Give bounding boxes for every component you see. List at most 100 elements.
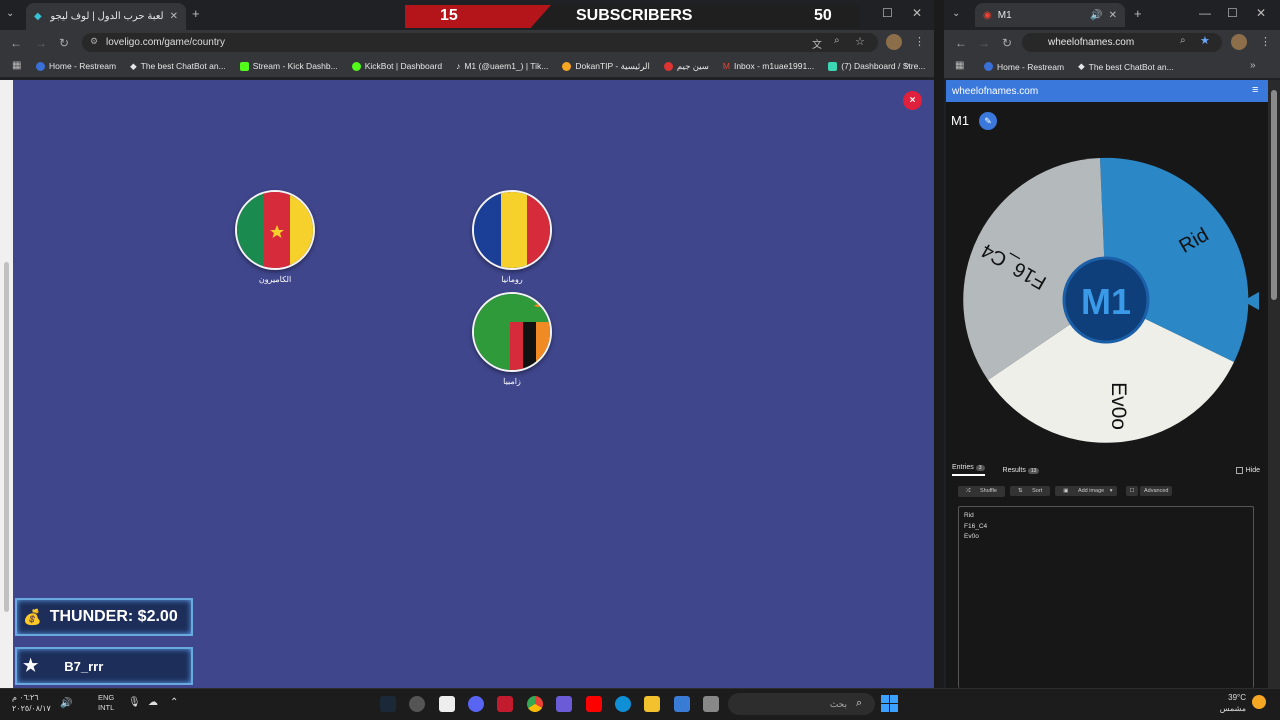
scrollbar-thumb[interactable] [1271,90,1277,300]
store-icon[interactable] [674,696,690,712]
tab-loveligo[interactable]: ◆ لعبة حرب الدول | لوف ليجو يوفر ✕ [26,3,186,30]
maximize-icon[interactable]: ☐ [882,6,893,20]
bookmark-label: Inbox - m1uae1991... [733,61,815,71]
profile-avatar[interactable] [1231,34,1247,50]
steam-icon[interactable] [380,696,396,712]
more-bookmarks-icon[interactable]: » [1250,60,1256,71]
dokantip-icon [562,61,572,71]
app-icon[interactable] [703,696,719,712]
voicemod-icon[interactable] [497,696,513,712]
address-bar[interactable]: wheelofnames.com [1022,33,1222,52]
advanced-toggle[interactable]: ☐ Advanced [1122,486,1177,496]
language-indicator[interactable]: ENG INTL [98,693,114,713]
tab-close-icon[interactable]: ✕ [1109,10,1117,21]
bookmark-item[interactable]: ◆ The best ChatBot an... [130,61,226,72]
bookmark-star-icon[interactable]: ★ [1200,34,1210,47]
restream-icon [36,61,45,71]
entries-textarea[interactable]: Rid F16_C4 Ev0o [958,506,1254,688]
wheel-title: M1 [951,113,970,128]
forward-icon[interactable]: → [35,36,47,50]
shuffle-button[interactable]: ⤮ Shuffle [958,485,1005,497]
address-bar[interactable]: loveligo.com/game/country [82,33,878,52]
seen-jeem-icon [663,61,673,71]
clock[interactable]: ٠٦:٢٦ م ٢٠٢٥/٠٨/١٧ [12,692,51,714]
clock-time: ٠٦:٢٦ م [12,693,39,702]
wheel[interactable]: Rid Ev0o F16_C4 M1 [962,156,1250,444]
maximize-icon[interactable]: ☐ [1227,6,1238,20]
youtube-icon[interactable] [586,696,602,712]
edit-pencil-icon[interactable]: ✎ [979,112,997,130]
file-explorer-icon[interactable] [644,696,660,712]
add-image-button[interactable]: ▣ Add image ▾ [1055,486,1117,496]
bookmark-item[interactable]: (7) Dashboard / Stre... [828,61,925,71]
tab-search-icon[interactable]: ⌄ [952,8,960,19]
bookmark-star-icon[interactable]: ☆ [855,35,865,48]
translate-icon[interactable]: 文 [812,36,822,51]
reload-icon[interactable]: ↻ [1002,36,1012,50]
bookmark-item[interactable]: DokanTIP - الرئيسية [562,61,650,72]
chrome-icon[interactable] [527,696,543,712]
copilot-icon[interactable] [556,696,572,712]
bookmark-item[interactable]: Home - Restream [36,61,116,71]
hide-toggle[interactable]: Hide [1235,466,1260,474]
follower-alert: ★ B7_rrr [15,647,193,685]
weather-widget[interactable]: 39°C مشمس [1218,692,1246,714]
audio-icon[interactable]: 🔊 [1090,10,1102,21]
app-icon[interactable] [439,696,455,712]
tab-close-icon[interactable]: ✕ [170,11,178,22]
app-icon[interactable] [409,696,425,712]
volume-icon[interactable]: 🔊 [60,698,72,709]
more-bookmarks-icon[interactable]: » [904,60,910,71]
edge-icon[interactable] [615,696,631,712]
sort-button[interactable]: ⇅ Sort [1009,486,1051,496]
zoom-icon[interactable]: ⌕ [1180,35,1186,46]
hide-checkbox[interactable] [1235,466,1243,474]
apps-grid-icon[interactable]: ▦ [12,60,21,71]
taskbar-search[interactable]: بحث [728,693,875,715]
discord-icon[interactable] [468,696,484,712]
minimize-icon[interactable]: — [1199,6,1211,20]
bookmark-item[interactable]: Home - Restream [984,62,1064,72]
onedrive-icon[interactable]: ☁ [148,697,158,708]
bookmark-item[interactable]: ♪ M1 (@uaem1_) | Tik... [456,61,548,71]
flag-cameroon[interactable] [235,190,315,270]
back-icon[interactable]: ← [955,36,967,50]
microphone-icon[interactable]: 🎙 [128,697,141,708]
new-tab-icon[interactable]: + [192,6,200,21]
tab-results[interactable]: Results 13 [1003,467,1040,474]
close-game-button[interactable]: × [903,91,922,110]
bookmark-item[interactable]: KickBot | Dashboard [351,61,442,71]
hamburger-icon[interactable]: ≡ [1252,84,1258,96]
wheel-favicon-icon: ◉ [983,9,992,21]
bookmark-item[interactable]: M Inbox - m1uae1991... [723,61,814,71]
advanced-checkbox[interactable]: ☐ [1125,486,1139,496]
apps-grid-icon[interactable]: ▦ [955,60,964,71]
menu-icon[interactable]: ⋮ [1260,35,1271,48]
lang-sub-label: INTL [98,703,115,712]
forward-icon[interactable]: → [978,36,990,50]
flag-zambia[interactable] [472,292,552,372]
profile-avatar[interactable] [886,34,902,50]
sort-label: Sort [1028,486,1047,496]
tray-chevron-icon[interactable]: ⌃ [170,697,178,708]
menu-icon[interactable]: ⋮ [914,35,925,48]
zoom-icon[interactable]: ⌕ [834,35,840,46]
bookmark-item[interactable]: سين جيم [663,61,709,72]
clock-date: ٢٠٢٥/٠٨/١٧ [12,704,51,713]
scrollbar-thumb[interactable] [4,262,9,612]
flag-romania[interactable] [472,190,552,270]
start-button[interactable] [881,695,898,712]
close-window-icon[interactable]: ✕ [1256,6,1266,20]
reload-icon[interactable]: ↻ [59,36,69,50]
back-icon[interactable]: ← [10,36,22,50]
tab-wheelofnames[interactable]: ◉ M1 🔊 ✕ [975,3,1125,27]
bookmark-item[interactable]: ◆ The best ChatBot an... [1078,61,1174,72]
site-name[interactable]: wheelofnames.com [952,86,1038,97]
tab-entries[interactable]: Entries 3 [952,464,985,476]
bookmark-item[interactable]: Stream - Kick Dashb... [239,61,338,71]
new-tab-icon[interactable]: + [1134,6,1142,21]
tab-search-icon[interactable]: ⌄ [6,8,14,19]
site-info-icon[interactable]: ⚙ [90,36,98,47]
close-window-icon[interactable]: ✕ [912,6,922,20]
country-label: الكاميرون [258,275,292,284]
